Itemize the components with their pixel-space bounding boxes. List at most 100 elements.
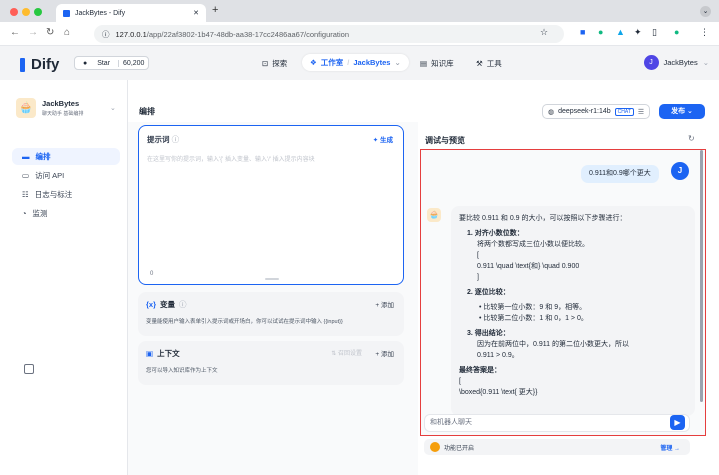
extension-blue-icon[interactable]: ▲ xyxy=(616,27,625,37)
reload-icon[interactable]: ↻ xyxy=(46,27,54,38)
sidebar-toggle-icon[interactable]: ▯ xyxy=(652,27,657,38)
window-minimize-button[interactable] xyxy=(22,8,30,16)
resize-handle[interactable] xyxy=(265,278,279,280)
answer-bullet: • 比较第一位小数：9 和 9，相等。 xyxy=(479,304,587,311)
model-name: deepseek-r1:14b xyxy=(558,108,611,115)
profile-icon[interactable]: ● xyxy=(674,27,679,37)
close-tab-icon[interactable]: ✕ xyxy=(193,9,199,17)
variables-description: 变量能使用户输入表单引入提示词或开场白，你可以试试在提示词中输入 {{input… xyxy=(146,319,343,325)
page-title: 编排 xyxy=(139,107,155,116)
sidebar-item-label: 日志与标注 xyxy=(34,190,73,199)
extension-puzzle-icon[interactable]: ✦ xyxy=(634,27,642,38)
answer-text: 将两个数都写成三位小数以便比较。 xyxy=(477,241,589,248)
back-arrow-icon[interactable]: ← xyxy=(10,27,20,38)
logo-text: Dify xyxy=(31,56,60,73)
tab-search-icon[interactable]: ⌄ xyxy=(700,6,711,17)
answer-text: \boxed{0.911 \text{ 更大}} xyxy=(459,389,538,396)
refresh-icon[interactable]: ↻ xyxy=(688,134,695,143)
publish-button[interactable]: 发布 ⌄ xyxy=(659,104,705,119)
new-tab-button[interactable]: + xyxy=(212,4,218,16)
tools-icon: ⚒ xyxy=(476,59,483,68)
explore-icon: ⊡ xyxy=(262,59,269,68)
prompt-char-count: 0 xyxy=(150,271,154,277)
feature-icon xyxy=(430,442,440,452)
send-icon[interactable]: ▶ xyxy=(670,415,685,430)
variable-icon: {x} xyxy=(146,300,157,309)
url-path: /app/22af3802-1b47-48db-aa38-17cc2486aa6… xyxy=(146,29,350,39)
context-description: 您可以导入知识库作为上下文 xyxy=(146,368,218,374)
sidebar-item-orchestrate[interactable]: ▬ 编排 xyxy=(12,148,120,165)
dify-logo[interactable]: Dify xyxy=(20,56,59,73)
app-switcher[interactable]: 🧁 JackBytes 聊天助手 基础编排 xyxy=(16,98,83,118)
home-icon[interactable]: ⌂ xyxy=(64,27,70,38)
model-selector-button[interactable]: ◍ deepseek-r1:14b CHAT ☰ xyxy=(542,104,651,119)
answer-intro: 要比较 0.911 和 0.9 的大小，可以按照以下步骤进行： xyxy=(459,215,627,222)
collapse-sidebar-icon[interactable] xyxy=(24,364,34,374)
features-bar: 功能已开启 管理 → xyxy=(424,439,690,455)
sidebar-item-monitor[interactable]: ◔ 监测 xyxy=(12,205,120,222)
bookmark-star-icon[interactable]: ☆ xyxy=(540,27,548,38)
add-context-button[interactable]: + 添加 xyxy=(375,348,394,358)
chevron-down-icon: ⌄ xyxy=(394,58,401,67)
sidebar-item-label: 监测 xyxy=(32,209,48,218)
chat-input[interactable]: 和机器人聊天 xyxy=(424,414,690,432)
github-icon: ● xyxy=(83,59,88,67)
forward-arrow-icon[interactable]: → xyxy=(28,27,38,38)
nav-tools[interactable]: ⚒ 工具 xyxy=(476,58,502,69)
sidebar-app-type: 聊天助手 基础编排 xyxy=(42,111,84,117)
sidebar-item-api[interactable]: ▭ 访问 API xyxy=(12,167,120,184)
context-title: 上下文 xyxy=(157,349,180,358)
sparkle-icon: ✦ xyxy=(372,137,379,144)
nav-knowledge-label: 知识库 xyxy=(431,59,454,68)
github-star-button[interactable]: ● Star 60,200 xyxy=(74,56,150,70)
nav-explore[interactable]: ⊡ 探索 xyxy=(262,58,287,69)
help-icon: ⓘ xyxy=(171,135,180,144)
prompt-title: 提示词 xyxy=(147,135,170,144)
orchestrate-icon: ▬ xyxy=(22,152,30,161)
retrieval-settings-button[interactable]: ⇅ 召回设置 xyxy=(331,348,362,357)
answer-step-title: 3. 得出结论： xyxy=(467,330,510,337)
dify-logo-mark-icon xyxy=(20,57,25,72)
site-info-icon[interactable]: ⓘ xyxy=(102,29,110,40)
address-bar[interactable]: ⓘ 127.0.0.1/app/22af3802-1b47-48db-aa38-… xyxy=(94,25,564,43)
window-maximize-button[interactable] xyxy=(34,8,42,16)
generate-prompt-button[interactable]: ✦ 生成 xyxy=(373,134,393,144)
dify-favicon-icon xyxy=(63,9,70,17)
prompt-editor[interactable]: 提示词 ⓘ ✦ 生成 在这里写你的提示词，输入'{' 插入变量、输入'/' 插入… xyxy=(138,125,404,285)
model-mode-badge: CHAT xyxy=(614,107,634,116)
generate-label: 生成 xyxy=(380,137,393,144)
nav-knowledge[interactable]: ▤ 知识库 xyxy=(420,58,454,69)
knowledge-icon: ▤ xyxy=(420,59,428,68)
answer-text: [ xyxy=(459,378,461,385)
nav-studio[interactable]: ❖ 工作室 / JackBytes ⌄ xyxy=(302,54,409,71)
nav-studio-app: JackBytes xyxy=(353,58,391,67)
sidebar-item-logs[interactable]: ☷ 日志与标注 xyxy=(12,186,120,203)
settings-icon: ⇅ xyxy=(331,351,337,357)
add-variable-button[interactable]: + 添加 xyxy=(375,299,394,309)
api-icon: ▭ xyxy=(22,171,30,180)
browser-tab-bar: JackBytes - Dify ✕ + ⌄ xyxy=(0,0,719,22)
studio-icon: ❖ xyxy=(310,58,317,67)
answer-step-title: 2. 逐位比较： xyxy=(467,289,510,296)
sidebar-app-name: JackBytes xyxy=(42,99,80,108)
answer-final-title: 最终答案是： xyxy=(459,367,501,374)
retrieval-settings-label: 召回设置 xyxy=(337,351,362,357)
window-close-button[interactable] xyxy=(10,8,18,16)
chevron-down-icon[interactable]: ⌄ xyxy=(110,104,116,112)
settings-sliders-icon: ☰ xyxy=(637,108,645,116)
avatar: J xyxy=(643,55,659,70)
extension-green-icon[interactable]: ● xyxy=(598,27,603,37)
help-icon: ⓘ xyxy=(179,300,187,309)
browser-menu-icon[interactable]: ⋮ xyxy=(700,27,709,38)
extension-translate-icon[interactable]: ■ xyxy=(580,27,585,37)
user-name: JackBytes xyxy=(663,58,698,67)
nav-tools-label: 工具 xyxy=(486,59,502,68)
chat-scrollbar[interactable] xyxy=(700,150,703,402)
browser-tab[interactable]: JackBytes - Dify ✕ xyxy=(56,4,206,22)
context-section: ▣ 上下文 ⇅ 召回设置 + 添加 您可以导入知识库作为上下文 xyxy=(138,341,404,385)
manage-features-button[interactable]: 管理 → xyxy=(660,443,680,452)
chevron-down-icon: ⌄ xyxy=(687,108,693,115)
user-menu[interactable]: J JackBytes ⌄ xyxy=(643,55,709,70)
user-message: 0.911和0.9哪个更大 xyxy=(581,165,659,183)
app-header: Dify ● Star 60,200 ⊡ 探索 ❖ 工作室 / JackBytes… xyxy=(0,46,719,80)
